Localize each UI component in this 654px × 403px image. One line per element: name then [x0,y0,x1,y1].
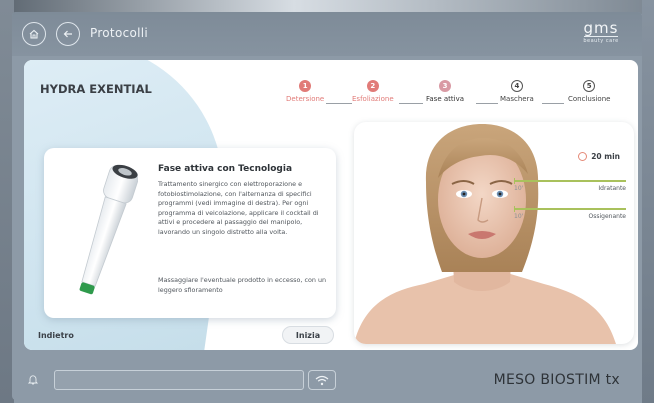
treatment-image-card: 20 min 10' Idratante 10' Ossigenante [354,122,634,344]
wifi-icon [315,375,329,385]
step-label: Fase attiva [426,95,465,103]
start-button[interactable]: Inizia [282,326,334,344]
step-esfoliazione[interactable]: 2 Esfoliazione [352,80,394,103]
program-name: Idratante [598,185,626,192]
step-maschera[interactable]: 4 Maschera [500,80,534,103]
clock-icon [578,152,588,161]
step-detersione[interactable]: 1 Detersione [286,80,324,103]
phase-info-card: Fase attiva con Tecnologia Trattamento s… [44,148,336,318]
back-arrow-button[interactable] [56,22,80,46]
step-connector [476,103,498,104]
program-name: Ossigenante [588,213,626,220]
step-number: 3 [439,80,451,92]
timer-value: 20 min [591,152,620,161]
home-icon [29,29,39,39]
product-title: HYDRA EXENTIAL [40,82,152,96]
step-label: Detersione [286,95,325,103]
step-connector [399,103,423,104]
step-number: 1 [299,80,312,92]
step-progress: 1 Detersione 2 Esfoliazione 3 Fase attiv… [286,80,636,120]
step-number: 4 [510,80,523,92]
back-button[interactable]: Indietro [38,331,74,340]
arrow-left-icon [63,30,72,38]
step-label: Esfoliazione [352,95,394,103]
step-label: Conclusione [568,95,611,103]
step-fase-attiva[interactable]: 3 Fase attiva [426,80,464,103]
step-label: Maschera [500,95,534,103]
protocol-panel: HYDRA EXENTIAL 1 Detersione 2 Esfoliazio… [24,60,638,350]
logo-text: gms [583,19,619,37]
phase-heading: Fase attiva con Tecnologia [158,164,293,174]
device-screen: Protocolli gms beauty care HYDRA EXENTIA… [12,12,642,400]
top-bar: Protocolli gms beauty care [12,12,642,56]
program-bar [514,180,626,182]
bell-icon[interactable] [28,374,38,385]
program-minutes: 10' [514,185,524,192]
page-title: Protocolli [90,26,149,40]
step-connector [326,103,352,104]
program-bar [514,208,626,210]
step-connector [542,103,564,104]
gms-logo: gms beauty care [580,20,622,48]
meso-biostim-logo: MESO BIOSTIM tx [493,372,620,388]
phase-note: Massaggiare l'eventuale prodotto in ecce… [158,276,327,294]
phase-description: Trattamento sinergico con elettroporazio… [158,180,319,236]
logo-subtext: beauty care [583,38,619,44]
step-number: 5 [583,80,596,92]
handpiece-device-image [79,164,138,295]
step-conclusione[interactable]: 5 Conclusione [568,80,610,103]
treatment-timer: 20 min [578,152,620,161]
step-number: 2 [366,80,379,92]
home-button[interactable] [22,22,46,46]
status-message-field [54,370,304,390]
device-bezel-right [642,0,654,403]
program-minutes: 10' [514,213,524,220]
bottom-bar: MESO BIOSTIM tx [12,358,642,400]
wifi-button[interactable] [308,370,336,390]
